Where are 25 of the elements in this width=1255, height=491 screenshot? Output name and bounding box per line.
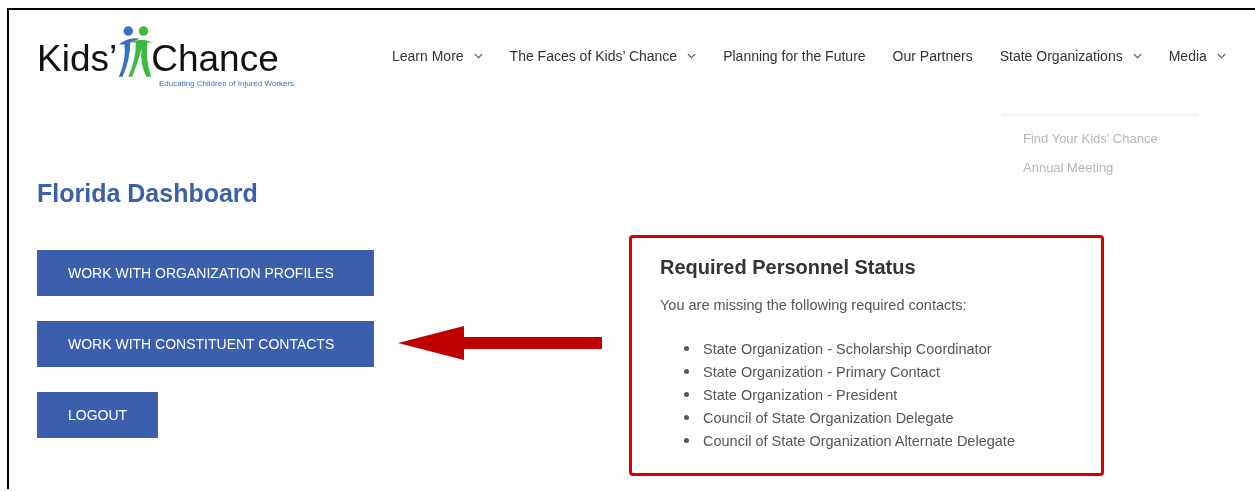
panel-title: Required Personnel Status xyxy=(660,256,917,279)
nav-link[interactable]: Planning for the Future xyxy=(723,48,866,64)
nav-link[interactable]: Learn More xyxy=(392,48,483,64)
list-item: State Organization - Scholarship Coordinator xyxy=(703,340,992,357)
list-item: Council of State Organization Delegate xyxy=(703,409,954,426)
nav-link[interactable]: Media xyxy=(1168,48,1226,64)
bullet-icon xyxy=(684,438,689,443)
bullet-icon xyxy=(684,392,689,397)
nav-link[interactable]: State Organizations xyxy=(999,48,1142,64)
list-item: State Organization - President xyxy=(703,386,898,403)
action-button[interactable]: WORK WITH CONSTITUENT CONTACTS xyxy=(37,321,374,367)
bullet-icon xyxy=(684,346,689,351)
nav-link[interactable]: Our Partners xyxy=(892,48,973,64)
nav-link[interactable]: The Faces of Kids’ Chance xyxy=(509,48,697,64)
logo-text: Kids’ xyxy=(37,39,118,79)
list-item: State Organization - Primary Contact xyxy=(703,363,940,380)
list-item: Council of State Organization Alternate Delegate xyxy=(703,432,1015,449)
panel-message: You are missing the following required contacts: xyxy=(660,297,968,313)
bullet-icon xyxy=(684,415,689,420)
action-button[interactable]: LOGOUT xyxy=(37,392,159,438)
bullet-icon xyxy=(684,369,689,374)
logo-text: Chance xyxy=(151,39,279,79)
logo-tagline: Educating Children of Injured Workers xyxy=(159,79,296,88)
action-button[interactable]: WORK WITH ORGANIZATION PROFILES xyxy=(37,250,374,296)
page-heading: Florida Dashboard xyxy=(37,178,259,208)
